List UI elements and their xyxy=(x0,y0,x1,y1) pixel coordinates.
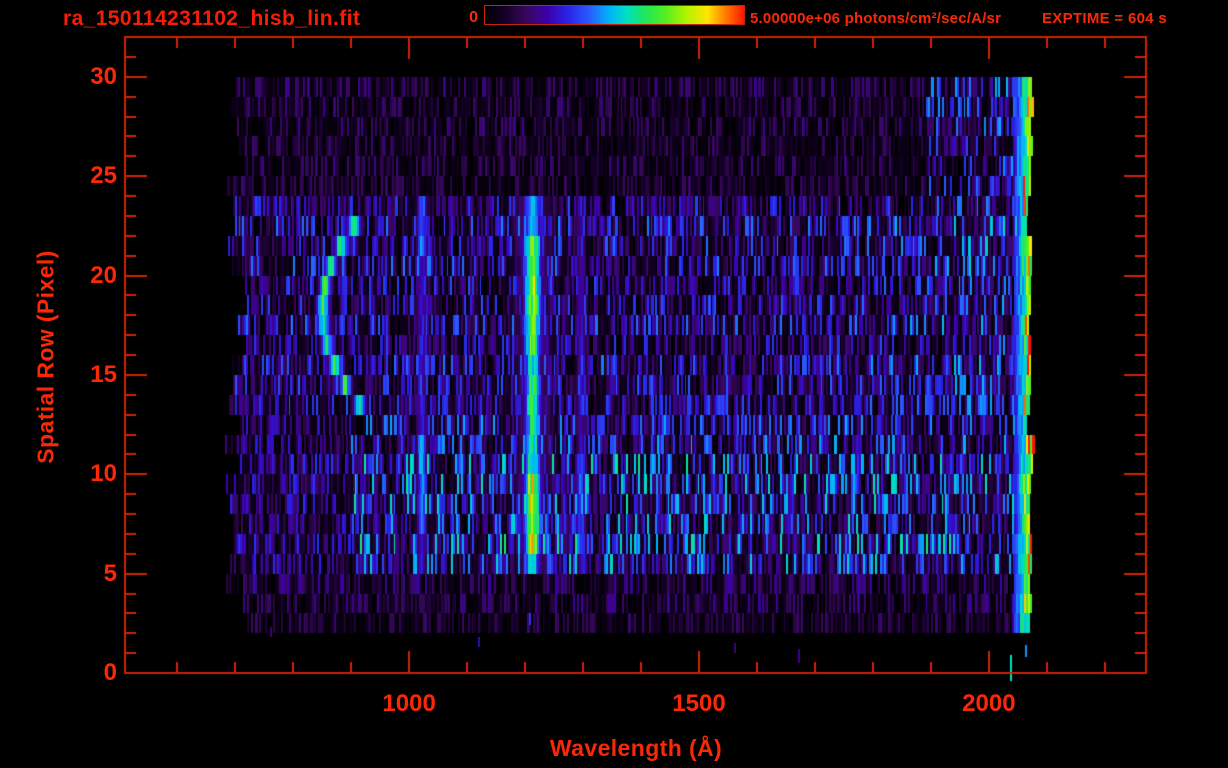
colorbar xyxy=(484,5,745,25)
x-tick-label: 1000 xyxy=(382,690,436,717)
x-tick-label: 1500 xyxy=(672,690,726,717)
file-title: ra_150114231102_hisb_lin.fit xyxy=(63,7,361,30)
y-tick-label: 0 xyxy=(103,659,117,686)
plot-axes-frame xyxy=(0,0,1228,768)
y-tick-label: 30 xyxy=(90,62,117,90)
y-axis-title: Spatial Row (Pixel) xyxy=(32,250,59,464)
x-axis-title: Wavelength (Å) xyxy=(549,735,723,761)
exptime-label: EXPTIME = 604 s xyxy=(1042,10,1167,27)
y-tick-label: 5 xyxy=(103,559,117,587)
colorbar-max-label: 5.00000e+06 photons/cm²/sec/A/sr xyxy=(750,10,1002,27)
colorbar-min-label: 0 xyxy=(469,9,478,26)
y-tick-label: 10 xyxy=(90,460,117,488)
y-tick-label: 25 xyxy=(90,162,117,190)
y-tick-label: 15 xyxy=(90,360,117,388)
y-tick-label: 20 xyxy=(90,261,117,289)
x-tick-label: 2000 xyxy=(962,690,1016,717)
spectral-image-viewer: ra_150114231102_hisb_lin.fit 0 5.00000e+… xyxy=(0,0,1228,768)
